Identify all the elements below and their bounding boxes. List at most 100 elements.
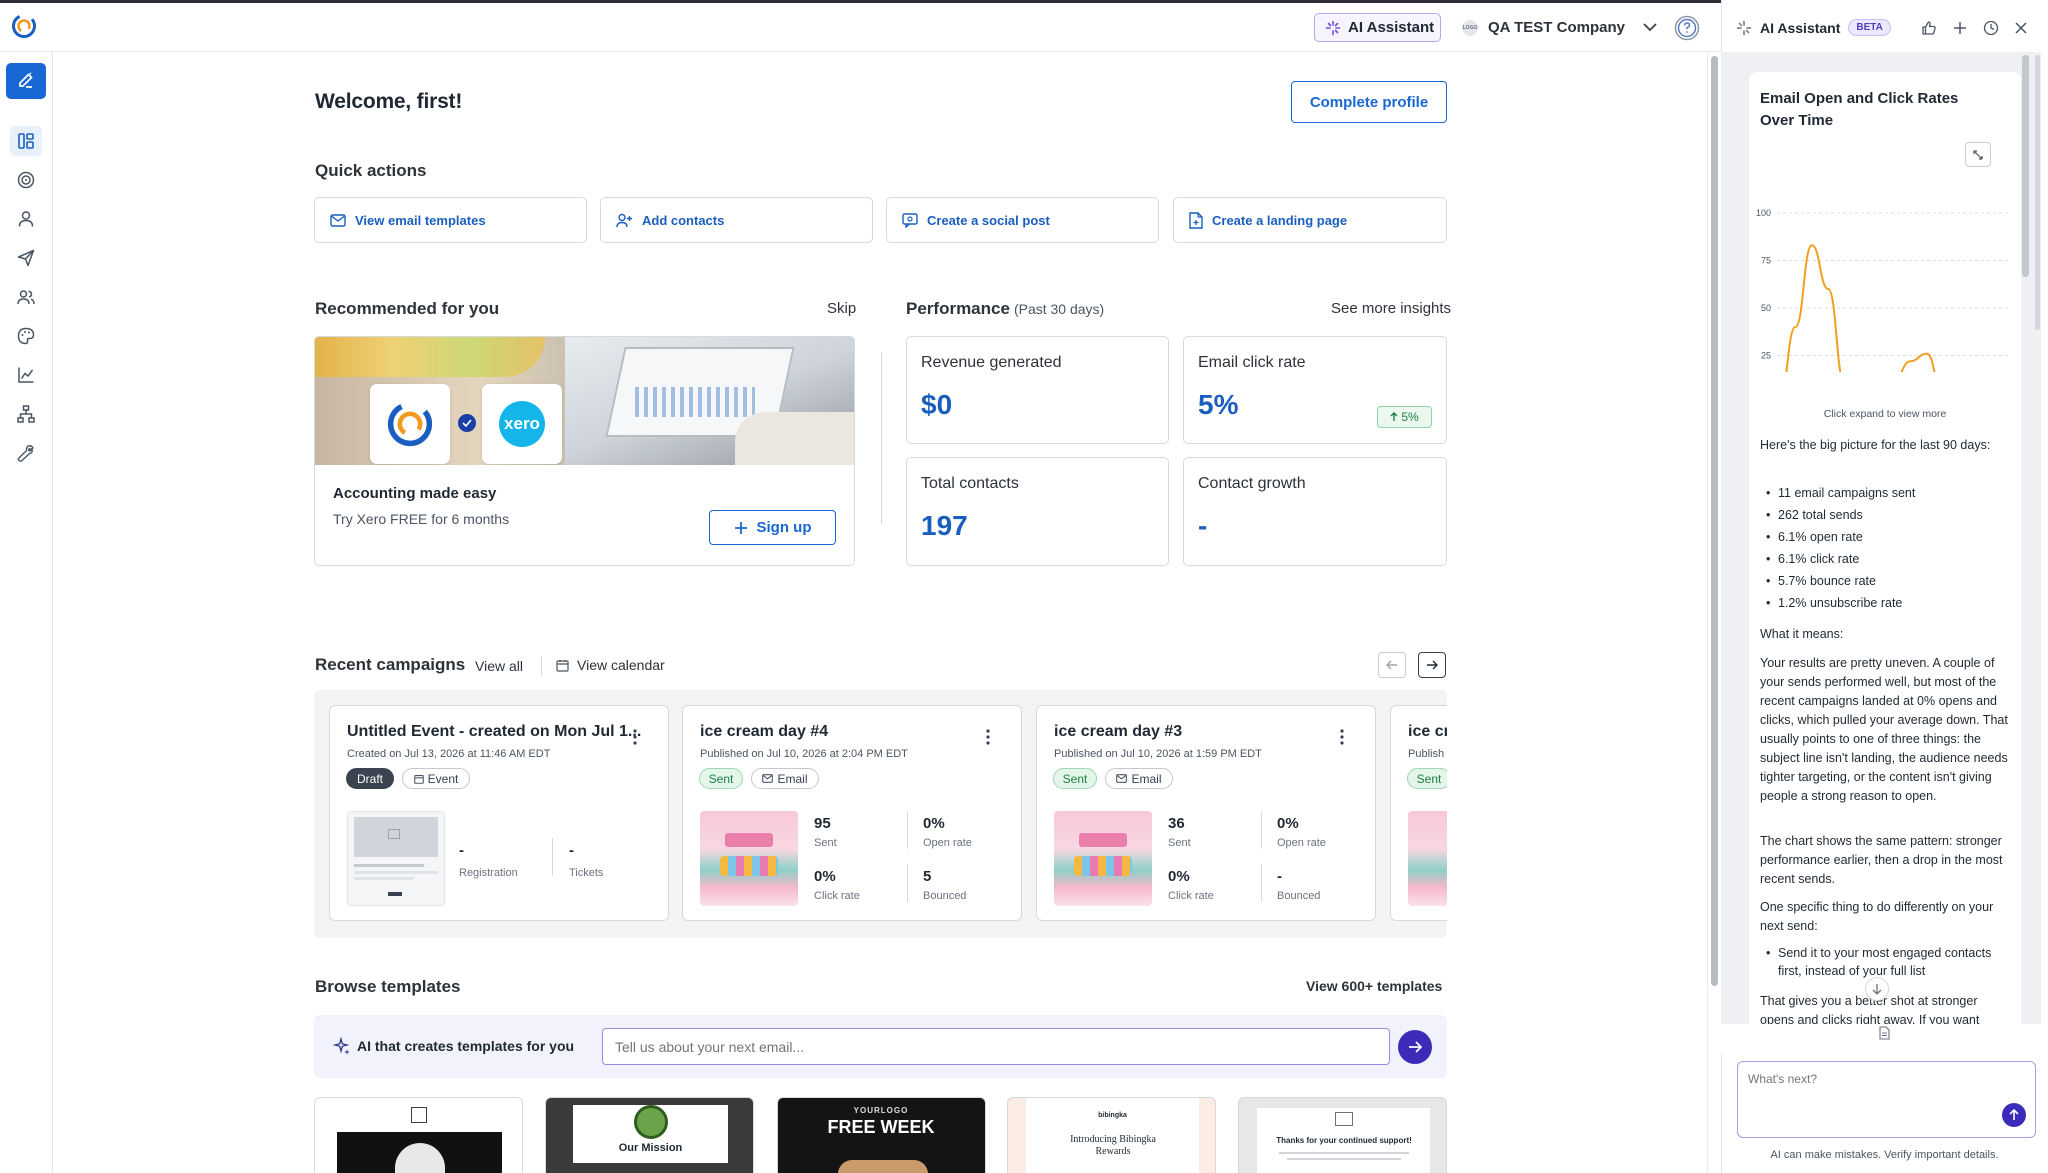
template-thumbnail[interactable]: Thanks for your continued support! <box>1238 1097 1447 1173</box>
nav-design[interactable] <box>10 321 42 351</box>
next-button[interactable] <box>1418 652 1446 678</box>
campaign-card[interactable]: ice cr Publish Sent <box>1390 705 1447 921</box>
metric-label: Total contacts <box>921 475 1019 492</box>
template-thumbnail[interactable]: Our Mission <box>545 1097 754 1173</box>
create-button[interactable] <box>6 63 46 99</box>
divider <box>907 811 908 849</box>
series-line <box>1785 244 1936 372</box>
y-tick-label: 100 <box>1756 208 1771 218</box>
view-calendar-link[interactable]: View calendar <box>556 657 665 673</box>
list-item: 5.7% bounce rate <box>1760 570 2008 592</box>
close-icon[interactable] <box>2015 21 2027 34</box>
template-thumbnail[interactable]: YOURLOGO FREE WEEK <box>777 1097 986 1173</box>
nav-reports[interactable] <box>10 360 42 390</box>
sign-up-button[interactable]: Sign up <box>709 510 836 545</box>
more-options-icon[interactable] <box>1340 729 1344 745</box>
scroll-down-button[interactable] <box>1865 977 1889 1001</box>
panel-scrollbar-thumb[interactable] <box>2022 55 2029 277</box>
metric-contact-growth[interactable]: Contact growth - <box>1183 457 1447 566</box>
nav-tools[interactable] <box>10 438 42 468</box>
sign-up-label: Sign up <box>756 519 812 536</box>
image-placeholder-icon <box>1335 1112 1353 1126</box>
nav-audiences[interactable] <box>10 282 42 312</box>
ai-assistant-button[interactable]: AI Assistant <box>1314 13 1441 42</box>
template-brand: bibingka <box>1098 1112 1127 1119</box>
document-icon[interactable] <box>1879 1026 1890 1040</box>
campaign-thumbnail <box>1408 811 1447 906</box>
main-scrollbar-thumb[interactable] <box>1711 56 1718 986</box>
nav-automation[interactable] <box>10 399 42 429</box>
nav-dashboard[interactable] <box>10 126 42 156</box>
open-rate-label: Open rate <box>1277 837 1326 849</box>
nav-campaigns[interactable] <box>10 165 42 195</box>
trend-value: 5% <box>1401 410 1419 424</box>
skip-link[interactable]: Skip <box>827 300 856 317</box>
generate-button[interactable] <box>1398 1030 1432 1064</box>
new-chat-icon[interactable] <box>1953 21 1967 35</box>
quick-action-create-landing-page[interactable]: Create a landing page <box>1173 197 1447 243</box>
campaign-card[interactable]: Untitled Event - created on Mon Jul 1...… <box>329 705 669 921</box>
quick-action-create-social-post[interactable]: Create a social post <box>886 197 1159 243</box>
more-options-icon[interactable] <box>986 729 990 745</box>
view-all-link[interactable]: View all <box>475 658 523 674</box>
metric-value: - <box>1198 510 1208 541</box>
history-icon[interactable] <box>1983 20 1999 36</box>
bounced-value: - <box>1277 868 1282 885</box>
thumbs-up-icon[interactable] <box>1921 20 1937 36</box>
send-message-button[interactable] <box>2002 1103 2026 1127</box>
performance-header: Performance (Past 30 days) <box>906 299 1104 319</box>
tickets-value: - <box>569 842 574 859</box>
divider <box>1261 811 1262 849</box>
help-icon[interactable] <box>1674 15 1700 41</box>
list-item: 6.1% open rate <box>1760 526 2008 548</box>
expand-button[interactable] <box>1965 142 1991 167</box>
chat-input[interactable] <box>1748 1072 1998 1127</box>
quick-action-add-contacts[interactable]: Add contacts <box>600 197 873 243</box>
click-rate-value: 0% <box>814 868 836 885</box>
campaign-title: ice cream day #3 <box>1054 723 1183 740</box>
campaign-date: Created on Jul 13, 2026 at 11:46 AM EDT <box>347 748 551 760</box>
panel-scrollbar-outer[interactable] <box>2035 55 2040 330</box>
envelope-icon <box>330 213 346 227</box>
metric-total-contacts[interactable]: Total contacts 197 <box>906 457 1169 566</box>
type-badge: Email <box>1105 768 1173 789</box>
chat-input-box[interactable] <box>1737 1061 2036 1138</box>
ai-template-prompt-input[interactable] <box>602 1028 1390 1065</box>
metric-revenue[interactable]: Revenue generated $0 <box>906 336 1169 444</box>
arrow-right-icon <box>1426 660 1438 670</box>
template-title: Our Mission <box>618 1142 683 1154</box>
xero-logo: xero <box>482 384 562 464</box>
company-switcher[interactable]: LOGO QA TEST Company <box>1462 13 1657 42</box>
nav-send[interactable] <box>10 243 42 273</box>
quick-action-view-email-templates[interactable]: View email templates <box>314 197 587 243</box>
template-thumbnail[interactable]: bibingka Introducing Bibingka Rewards <box>1007 1097 1216 1173</box>
open-rate-label: Open rate <box>923 837 972 849</box>
template-thumbnail[interactable] <box>314 1097 523 1173</box>
view-templates-link[interactable]: View 600+ templates <box>1306 978 1442 994</box>
metric-label: Email click rate <box>1198 354 1306 371</box>
arrow-right-icon <box>1408 1041 1422 1053</box>
image-placeholder-icon <box>411 1107 427 1123</box>
nav-contacts[interactable] <box>10 204 42 234</box>
app-logo-icon[interactable] <box>11 13 37 39</box>
metric-email-click-rate[interactable]: Email click rate 5% 5% <box>1183 336 1447 444</box>
quick-action-label: Create a landing page <box>1212 212 1348 228</box>
prev-button[interactable] <box>1378 652 1406 678</box>
ai-assistant-label: AI Assistant <box>1348 19 1435 36</box>
see-more-insights-link[interactable]: See more insights <box>1331 300 1451 317</box>
paragraph: Your results are pretty uneven. A couple… <box>1760 656 2008 803</box>
campaign-card[interactable]: ice cream day #3 Published on Jul 10, 20… <box>1036 705 1376 921</box>
landing-page-icon <box>1189 211 1203 229</box>
campaign-title: ice cream day #4 <box>700 723 829 740</box>
stats-list: 11 email campaigns sent 262 total sends … <box>1760 482 2008 614</box>
campaign-card[interactable]: ice cream day #4 Published on Jul 10, 20… <box>682 705 1022 921</box>
ai-templates-label-group: AI that creates templates for you <box>333 1037 574 1055</box>
more-options-icon[interactable] <box>633 729 637 745</box>
browse-templates-title: Browse templates <box>315 977 461 996</box>
bounced-label: Bounced <box>1277 890 1321 902</box>
paragraph: The chart shows the same pattern: strong… <box>1760 834 2003 886</box>
campaign-date: Published on Jul 10, 2026 at 1:59 PM EDT <box>1054 748 1262 760</box>
recommendation-subtitle: Try Xero FREE for 6 months <box>333 511 510 527</box>
complete-profile-button[interactable]: Complete profile <box>1291 81 1447 123</box>
arrow-up-icon <box>2009 1109 2019 1121</box>
